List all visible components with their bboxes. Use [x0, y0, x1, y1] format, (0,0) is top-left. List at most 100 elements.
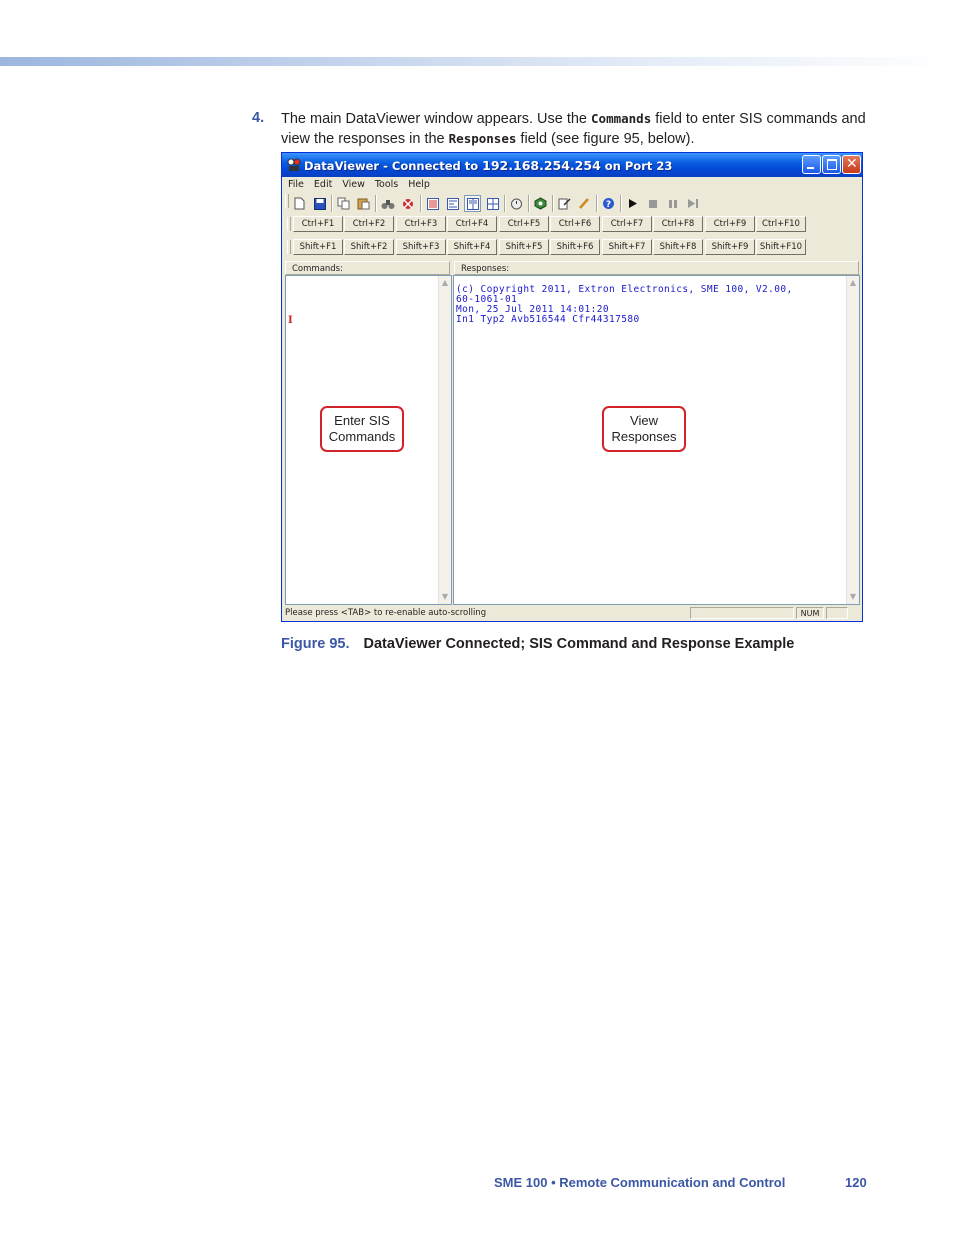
toolbar-grip[interactable]	[287, 240, 291, 254]
ctrl-f9-button[interactable]: Ctrl+F9	[705, 216, 755, 232]
status-panel	[826, 607, 848, 619]
page-number: 120	[845, 1175, 867, 1190]
ctrl-f1-button[interactable]: Ctrl+F1	[293, 216, 343, 232]
commands-label: Commands:	[285, 261, 450, 275]
split-view-icon[interactable]	[464, 195, 481, 212]
shift-f6-button[interactable]: Shift+F6	[550, 239, 600, 255]
commands-scrollbar[interactable]: ▲ ▼	[438, 276, 451, 604]
maximize-icon	[827, 159, 837, 170]
responses-label: Responses:	[454, 261, 859, 275]
svg-text:?: ?	[606, 200, 611, 210]
toolbar-separator	[552, 195, 554, 212]
toolbar-grip[interactable]	[287, 217, 291, 231]
dataviewer-app-icon	[287, 158, 301, 171]
ctrl-f4-button[interactable]: Ctrl+F4	[447, 216, 497, 232]
shift-f7-button[interactable]: Shift+F7	[602, 239, 652, 255]
shift-f1-button[interactable]: Shift+F1	[293, 239, 343, 255]
dataviewer-window: DataViewer - Connected to 192.168.254.25…	[281, 152, 863, 622]
menu-help[interactable]: Help	[404, 177, 434, 190]
ctrl-f10-button[interactable]: Ctrl+F10	[756, 216, 806, 232]
status-message: Please press <TAB> to re-enable auto-scr…	[285, 608, 487, 618]
response-line: In1 Typ2 Avb516544 Cfr44317580	[456, 314, 640, 325]
maximize-button[interactable]	[822, 155, 841, 174]
menu-bar: File Edit View Tools Help	[282, 177, 862, 192]
scroll-down-icon[interactable]: ▼	[848, 592, 858, 602]
ctrl-f3-button[interactable]: Ctrl+F3	[396, 216, 446, 232]
menu-edit[interactable]: Edit	[310, 177, 336, 190]
help-icon[interactable]: ?	[600, 195, 617, 212]
status-bar: Please press <TAB> to re-enable auto-scr…	[282, 605, 862, 621]
minimize-button[interactable]	[802, 155, 821, 174]
connect-icon[interactable]	[399, 195, 416, 212]
toolbar-separator	[375, 195, 377, 212]
menu-file[interactable]: File	[284, 177, 308, 190]
shift-f3-button[interactable]: Shift+F3	[396, 239, 446, 255]
commands-keyword: Commands	[591, 111, 652, 126]
title-bar[interactable]: DataViewer - Connected to 192.168.254.25…	[282, 153, 862, 177]
play-icon[interactable]	[624, 195, 641, 212]
step-icon[interactable]	[684, 195, 701, 212]
scroll-up-icon[interactable]: ▲	[848, 278, 858, 288]
settings-gem-icon[interactable]	[532, 195, 549, 212]
title-app-name: DataViewer	[304, 159, 380, 173]
ctrl-f7-button[interactable]: Ctrl+F7	[602, 216, 652, 232]
scroll-up-icon[interactable]: ▲	[440, 278, 450, 288]
toolbar-separator	[596, 195, 598, 212]
new-file-icon[interactable]	[291, 195, 308, 212]
brush-icon[interactable]	[576, 195, 593, 212]
menu-tools[interactable]: Tools	[371, 177, 402, 190]
responses-keyword: Responses	[448, 131, 517, 146]
responses-scrollbar[interactable]: ▲ ▼	[846, 276, 859, 604]
pause-icon[interactable]	[664, 195, 681, 212]
ctrl-f5-button[interactable]: Ctrl+F5	[499, 216, 549, 232]
callout-enter-sis-commands: Enter SIS Commands	[320, 406, 404, 452]
ctrl-f2-button[interactable]: Ctrl+F2	[344, 216, 394, 232]
text-cursor-icon: I	[288, 315, 293, 326]
toolbar-grip[interactable]	[285, 194, 289, 208]
shift-f4-button[interactable]: Shift+F4	[447, 239, 497, 255]
title-port: on Port 23	[600, 159, 673, 173]
paste-icon[interactable]	[355, 195, 372, 212]
edit-icon[interactable]	[556, 195, 573, 212]
toolbar-separator	[528, 195, 530, 212]
close-button[interactable]: ✕	[842, 155, 861, 174]
step-text-part: field (see figure 95, below).	[516, 131, 695, 147]
figure-title: DataViewer Connected; SIS Command and Re…	[363, 636, 795, 652]
text-view-icon[interactable]	[424, 195, 441, 212]
shift-f10-button[interactable]: Shift+F10	[756, 239, 806, 255]
ctrl-f6-button[interactable]: Ctrl+F6	[550, 216, 600, 232]
figure-caption: Figure 95. DataViewer Connected; SIS Comm…	[281, 636, 794, 652]
grid-view-icon[interactable]	[484, 195, 501, 212]
stopwatch-icon[interactable]	[508, 195, 525, 212]
menu-view[interactable]: View	[338, 177, 369, 190]
num-lock-indicator: NUM	[796, 607, 824, 619]
title-ip: 192.168.254.254	[482, 158, 601, 173]
step-text: The main DataViewer window appears. Use …	[281, 109, 872, 149]
copy-icon[interactable]	[335, 195, 352, 212]
scroll-down-icon[interactable]: ▼	[440, 592, 450, 602]
save-icon[interactable]	[311, 195, 328, 212]
step-instruction: 4. The main DataViewer window appears. U…	[252, 109, 872, 149]
close-icon: ✕	[846, 156, 858, 172]
shift-f8-button[interactable]: Shift+F8	[653, 239, 703, 255]
shift-f5-button[interactable]: Shift+F5	[499, 239, 549, 255]
binoculars-icon[interactable]	[379, 195, 396, 212]
shift-f9-button[interactable]: Shift+F9	[705, 239, 755, 255]
header-band	[0, 57, 954, 66]
step-number: 4.	[252, 110, 265, 126]
minimize-icon	[807, 167, 814, 169]
shift-f2-button[interactable]: Shift+F2	[344, 239, 394, 255]
toolbar: ?	[285, 193, 859, 215]
callout-view-responses: View Responses	[602, 406, 686, 452]
status-panel	[690, 607, 794, 619]
toolbar-separator	[420, 195, 422, 212]
ctrl-f8-button[interactable]: Ctrl+F8	[653, 216, 703, 232]
window-title: DataViewer - Connected to 192.168.254.25…	[304, 158, 672, 173]
stop-icon[interactable]	[644, 195, 661, 212]
footer-title: SME 100 • Remote Communication and Contr…	[494, 1175, 786, 1190]
hex-view-icon[interactable]	[444, 195, 461, 212]
toolbar-separator	[331, 195, 333, 212]
toolbar-separator	[620, 195, 622, 212]
figure-number: Figure 95.	[281, 636, 350, 652]
title-status: - Connected to	[379, 159, 483, 173]
